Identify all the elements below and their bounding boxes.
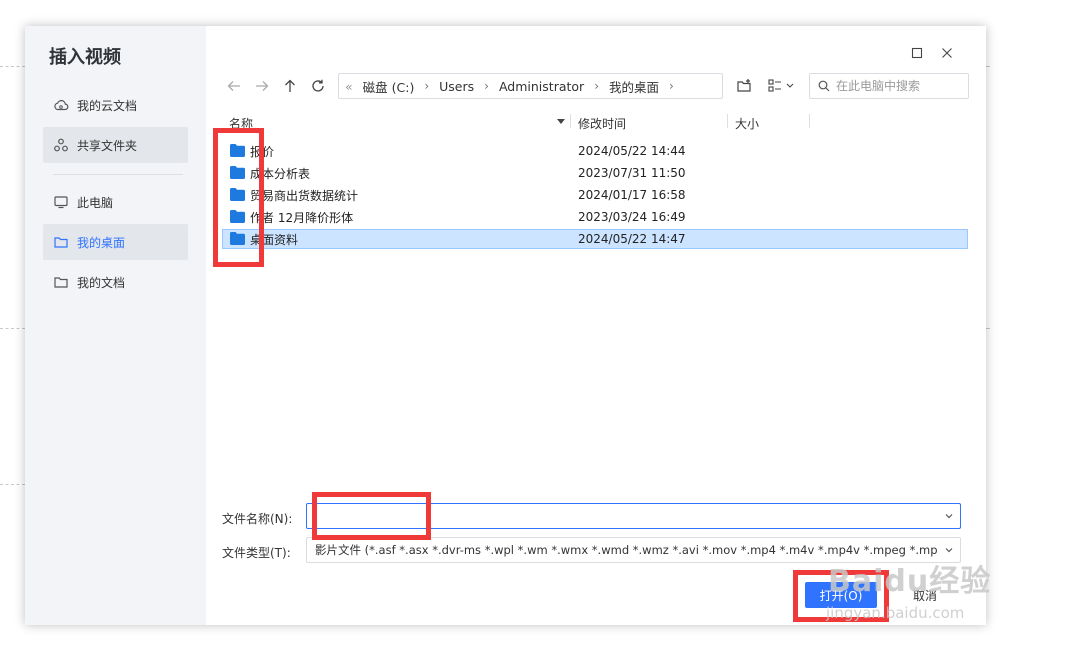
breadcrumb-segment[interactable]: 我的桌面 [609,77,659,96]
sidebar-item-label: 我的云文档 [77,98,138,113]
arrow-up-icon [285,79,295,92]
sidebar-item-shared-folder[interactable]: 共享文件夹 [43,127,188,163]
file-row-selected[interactable]: 桌面资料 2024/05/22 14:47 [222,229,968,249]
back-button[interactable] [223,75,245,97]
column-header-modified[interactable]: 修改时间 [578,114,626,132]
view-options-button[interactable] [766,75,798,97]
list-view-icon [768,79,794,92]
highlight-box-folders [213,128,264,267]
column-divider[interactable] [570,114,571,128]
dialog-title: 插入视频 [49,47,121,68]
file-row[interactable]: 成本分析表 2023/07/31 11:50 [222,163,968,183]
filename-dropdown-button[interactable] [938,511,960,521]
highlight-box-filename [312,492,431,540]
refresh-button[interactable] [307,75,329,97]
new-folder-icon [737,79,751,92]
sidebar-item-cloud-docs[interactable]: 我的云文档 [43,87,188,123]
chevron-right-icon: › [594,79,599,93]
breadcrumb-overflow-icon[interactable]: « [345,79,353,94]
file-name: 贸易商出货数据统计 [250,188,359,203]
search-icon [818,80,830,92]
sidebar-divider [53,174,183,175]
sidebar-item-my-documents[interactable]: 我的文档 [43,264,188,300]
share-icon [53,137,69,153]
sidebar-item-label: 共享文件夹 [77,138,138,153]
search-box [809,73,969,99]
breadcrumb-segment[interactable]: Administrator [499,79,584,94]
chevron-right-icon[interactable]: › [669,79,674,93]
new-folder-button[interactable] [733,75,755,97]
column-divider[interactable] [809,114,810,128]
up-button[interactable] [279,75,301,97]
sidebar-item-my-desktop[interactable]: 我的桌面 [43,224,188,260]
file-row[interactable]: 作者 12月降价形体 2023/03/24 16:49 [222,207,968,227]
folder-icon [53,274,69,290]
chevron-right-icon: › [424,79,430,93]
file-modified: 2024/01/17 16:58 [578,188,686,202]
close-button[interactable] [938,44,956,62]
maximize-icon [911,47,923,59]
background-divider [0,328,25,329]
sidebar-item-label: 我的文档 [77,275,126,290]
cloud-icon [53,97,69,113]
forward-button[interactable] [251,75,273,97]
close-icon [942,48,952,58]
breadcrumb-segment[interactable]: Users [439,79,474,94]
file-row[interactable]: 报价 2024/05/22 14:44 [222,141,968,161]
sort-down-icon [557,119,565,124]
folder-icon [53,234,69,250]
column-divider[interactable] [727,114,728,128]
arrow-left-icon [227,81,240,91]
search-input[interactable] [836,79,961,93]
file-modified: 2023/07/31 11:50 [578,166,686,180]
filetype-dropdown-button[interactable] [938,545,960,555]
chevron-down-icon [945,514,953,519]
sidebar-item-label: 我的桌面 [77,235,126,250]
background-divider [0,66,25,67]
background-divider [0,484,25,485]
breadcrumb[interactable]: « 磁盘 (C:) › Users › Administrator › 我的桌面… [338,73,723,99]
refresh-icon [312,79,324,92]
breadcrumb-segment[interactable]: 磁盘 (C:) [363,77,415,96]
chevron-down-icon [945,548,953,553]
file-modified: 2024/05/22 14:47 [578,232,686,246]
monitor-icon [53,194,69,210]
chevron-right-icon: › [484,79,489,93]
sidebar-item-this-pc[interactable]: 此电脑 [43,184,188,220]
insert-video-dialog: 插入视频 我的云文档 共享文件夹 此电脑 我的桌面 我的文档 « 磁盘 (C:)… [25,26,986,625]
file-modified: 2023/03/24 16:49 [578,210,686,224]
file-name: 作者 12月降价形体 [250,210,354,225]
file-row[interactable]: 贸易商出货数据统计 2024/01/17 16:58 [222,185,968,205]
filetype-label: 文件类型(T): [222,546,291,560]
baidu-jingyan-watermark: Baidu经验 [828,564,992,599]
background-divider [986,66,990,67]
maximize-button[interactable] [908,44,926,62]
background-divider [986,328,990,329]
arrow-right-icon [256,81,269,91]
sidebar-item-label: 此电脑 [77,195,114,210]
filename-label: 文件名称(N): [222,512,293,526]
column-header-size[interactable]: 大小 [735,114,759,132]
sidebar: 插入视频 我的云文档 共享文件夹 此电脑 我的桌面 我的文档 [25,26,206,625]
file-modified: 2024/05/22 14:44 [578,144,686,158]
watermark-url: jingyan.baidu.com [826,604,965,622]
